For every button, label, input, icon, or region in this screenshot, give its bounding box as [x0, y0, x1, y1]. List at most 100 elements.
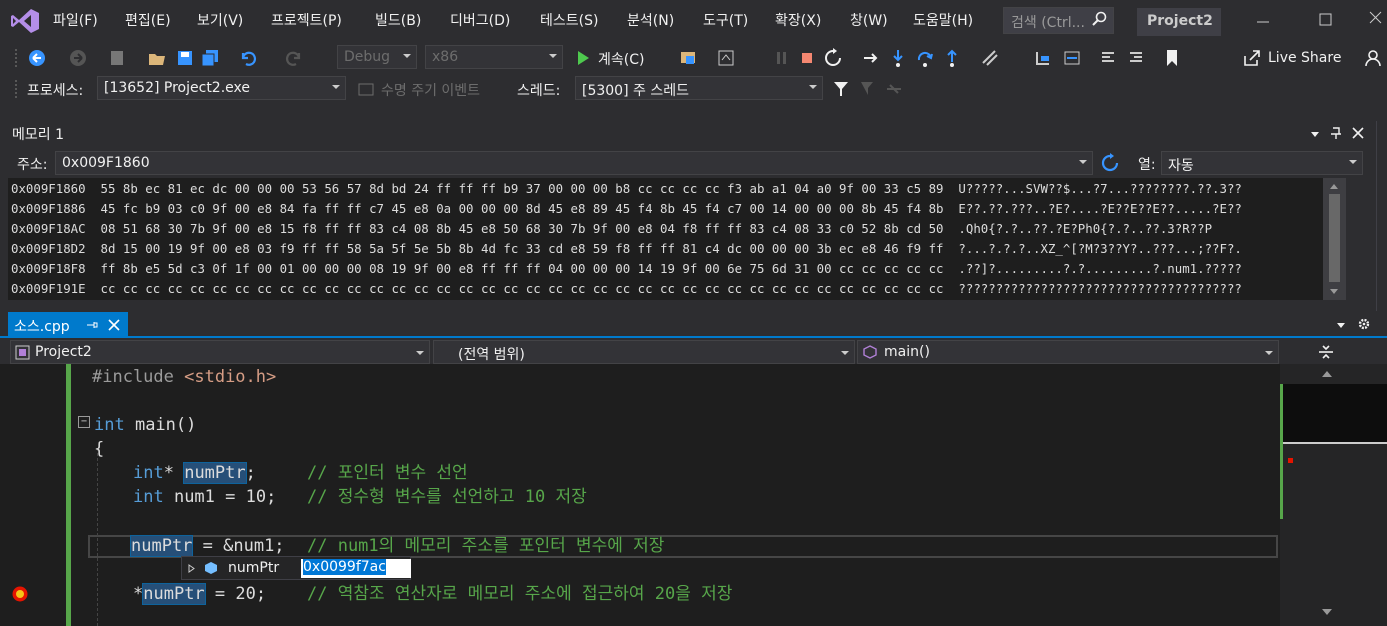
pause-icon[interactable]	[772, 48, 792, 68]
memory-grid[interactable]: 0x009F1860 55 8b ec 81 ec dc 00 00 00 53…	[8, 178, 1346, 300]
tab-source-cpp[interactable]: 소스.cpp	[8, 312, 128, 338]
flag-threads-icon[interactable]	[858, 79, 878, 99]
feedback-icon[interactable]	[1364, 48, 1384, 68]
minimize-icon[interactable]	[1253, 8, 1273, 28]
lifecycle-events-button[interactable]: 수명 주기 이벤트	[381, 80, 480, 100]
menu-tools[interactable]: 도구(T)	[703, 10, 748, 30]
pin-icon[interactable]	[1329, 126, 1343, 140]
close-window-icon[interactable]	[1367, 8, 1387, 28]
columns-dropdown[interactable]: 자동	[1161, 151, 1363, 175]
close-panel-icon[interactable]	[1351, 126, 1365, 140]
platform-value: x86	[432, 49, 459, 65]
toolbar-grip[interactable]	[14, 79, 18, 99]
menu-help[interactable]: 도움말(H)	[913, 10, 973, 30]
debug-location-toolbar: 프로세스: [13652] Project2.exe 수명 주기 이벤트 스레드…	[0, 75, 1387, 103]
collapse-main-icon[interactable]: −	[78, 416, 90, 428]
member-dropdown[interactable]: main()	[857, 340, 1279, 364]
menu-project[interactable]: 프로젝트(P)	[271, 10, 342, 30]
address-value: 0x009F1860	[62, 155, 150, 171]
restart-icon[interactable]	[823, 48, 843, 68]
datatip[interactable]: numPtr 0x0099f7ac	[181, 556, 411, 580]
bookmark-icon[interactable]	[1162, 48, 1182, 68]
scroll-thumb[interactable]	[1329, 194, 1340, 282]
step-over-icon[interactable]	[915, 48, 935, 68]
search-box[interactable]: 검색 (Ctrl...	[1003, 7, 1114, 34]
search-placeholder: 검색 (Ctrl...	[1011, 15, 1085, 31]
project-scope-dropdown[interactable]: Project2	[10, 340, 430, 364]
stack-frame-icon[interactable]	[1062, 48, 1082, 68]
solution-configuration-dropdown[interactable]: Debug	[337, 45, 417, 69]
datatip-name: numPtr	[228, 560, 280, 576]
continue-button-label[interactable]: 계속(C)	[598, 49, 644, 69]
stop-icon[interactable]	[797, 48, 817, 68]
toolbar-grip[interactable]	[14, 48, 18, 68]
tab-list-icon[interactable]	[1336, 321, 1346, 329]
code-editor[interactable]: − #include <stdio.h> int main() { int* n…	[0, 364, 1280, 626]
menu-extensions[interactable]: 확장(X)	[775, 10, 821, 30]
menu-file[interactable]: 파일(F)	[53, 10, 98, 30]
window-options-icon[interactable]	[1310, 129, 1320, 139]
undo-icon[interactable]	[238, 48, 258, 68]
code-comment-8: // num1의 메모리 주소를 포인터 변수에 저장	[307, 536, 665, 556]
stack-toggle-icon[interactable]	[884, 79, 904, 99]
menu-test[interactable]: 테스트(S)	[540, 10, 598, 30]
side-toolwindow-strip[interactable]	[1376, 121, 1387, 311]
menu-debug[interactable]: 디버그(D)	[450, 10, 510, 30]
scrollmap-change-marker	[1280, 384, 1283, 519]
settings-gear-icon[interactable]	[1357, 317, 1371, 331]
scroll-up-icon[interactable]	[1329, 182, 1339, 190]
attach-process-icon[interactable]	[678, 48, 698, 68]
address-input[interactable]: 0x009F1860	[55, 151, 1093, 175]
navigate-forward-icon[interactable]	[68, 48, 88, 68]
datatip-value-input[interactable]: 0x0099f7ac	[301, 559, 411, 578]
vertical-scrollbar-map[interactable]	[1280, 364, 1387, 626]
pin-tab-icon[interactable]	[86, 319, 98, 331]
configuration-value: Debug	[344, 49, 391, 65]
visual-studio-logo[interactable]	[10, 8, 40, 34]
hot-reload-icon[interactable]	[980, 48, 1000, 68]
scroll-down-icon[interactable]	[1329, 288, 1339, 296]
step-out-icon[interactable]	[942, 48, 962, 68]
close-tab-icon[interactable]	[108, 319, 120, 331]
new-project-icon[interactable]	[108, 48, 128, 68]
split-window-icon[interactable]	[1316, 343, 1336, 361]
navigate-back-icon[interactable]	[27, 48, 47, 68]
save-icon[interactable]	[175, 48, 195, 68]
solution-platform-dropdown[interactable]: x86	[425, 45, 563, 69]
menu-analyze[interactable]: 분석(N)	[627, 10, 674, 30]
thread-icon[interactable]	[1033, 48, 1053, 68]
menu-window[interactable]: 창(W)	[850, 10, 888, 30]
menu-build[interactable]: 빌드(B)	[375, 10, 421, 30]
browser-link-icon[interactable]	[716, 48, 736, 68]
code-line-8: numPtr = &num1;	[129, 535, 285, 557]
reevaluate-icon[interactable]	[1100, 153, 1120, 173]
memory-scrollbar[interactable]	[1323, 178, 1346, 300]
scroll-down-icon[interactable]	[1321, 608, 1333, 616]
redo-icon[interactable]	[284, 48, 304, 68]
filter-icon[interactable]	[831, 79, 851, 99]
project-scope-value: Project2	[35, 344, 92, 360]
columns-label: 열:	[1138, 157, 1156, 173]
live-share-button[interactable]: Live Share	[1268, 50, 1341, 66]
menu-view[interactable]: 보기(V)	[197, 10, 243, 30]
maximize-icon[interactable]	[1316, 8, 1336, 28]
lifecycle-events-icon[interactable]	[356, 79, 376, 99]
comment-out-icon[interactable]	[1098, 48, 1118, 68]
scrollmap-viewport[interactable]	[1280, 384, 1387, 444]
menu-edit[interactable]: 편집(E)	[125, 10, 171, 30]
step-into-icon[interactable]	[888, 48, 908, 68]
show-next-statement-icon[interactable]	[861, 48, 881, 68]
thread-dropdown[interactable]: [5300] 주 스레드	[575, 76, 823, 100]
uncomment-icon[interactable]	[1126, 48, 1146, 68]
live-share-icon[interactable]	[1242, 48, 1262, 68]
expand-arrow-icon[interactable]	[188, 564, 196, 573]
code-comment-10: // 역참조 연산자로 메모리 주소에 접근하여 20을 저장	[307, 584, 733, 604]
save-all-icon[interactable]	[200, 48, 220, 68]
breakpoint-icon[interactable]	[11, 585, 29, 603]
process-dropdown[interactable]: [13652] Project2.exe	[97, 76, 346, 100]
continue-play-icon[interactable]	[573, 48, 593, 68]
global-scope-dropdown[interactable]: (전역 범위)	[433, 340, 855, 364]
open-file-icon[interactable]	[147, 48, 167, 68]
memory-row: 0x009F18F8 ff 8b e5 5d c3 0f 1f 00 01 00…	[11, 261, 1242, 276]
scroll-up-icon[interactable]	[1321, 370, 1333, 378]
